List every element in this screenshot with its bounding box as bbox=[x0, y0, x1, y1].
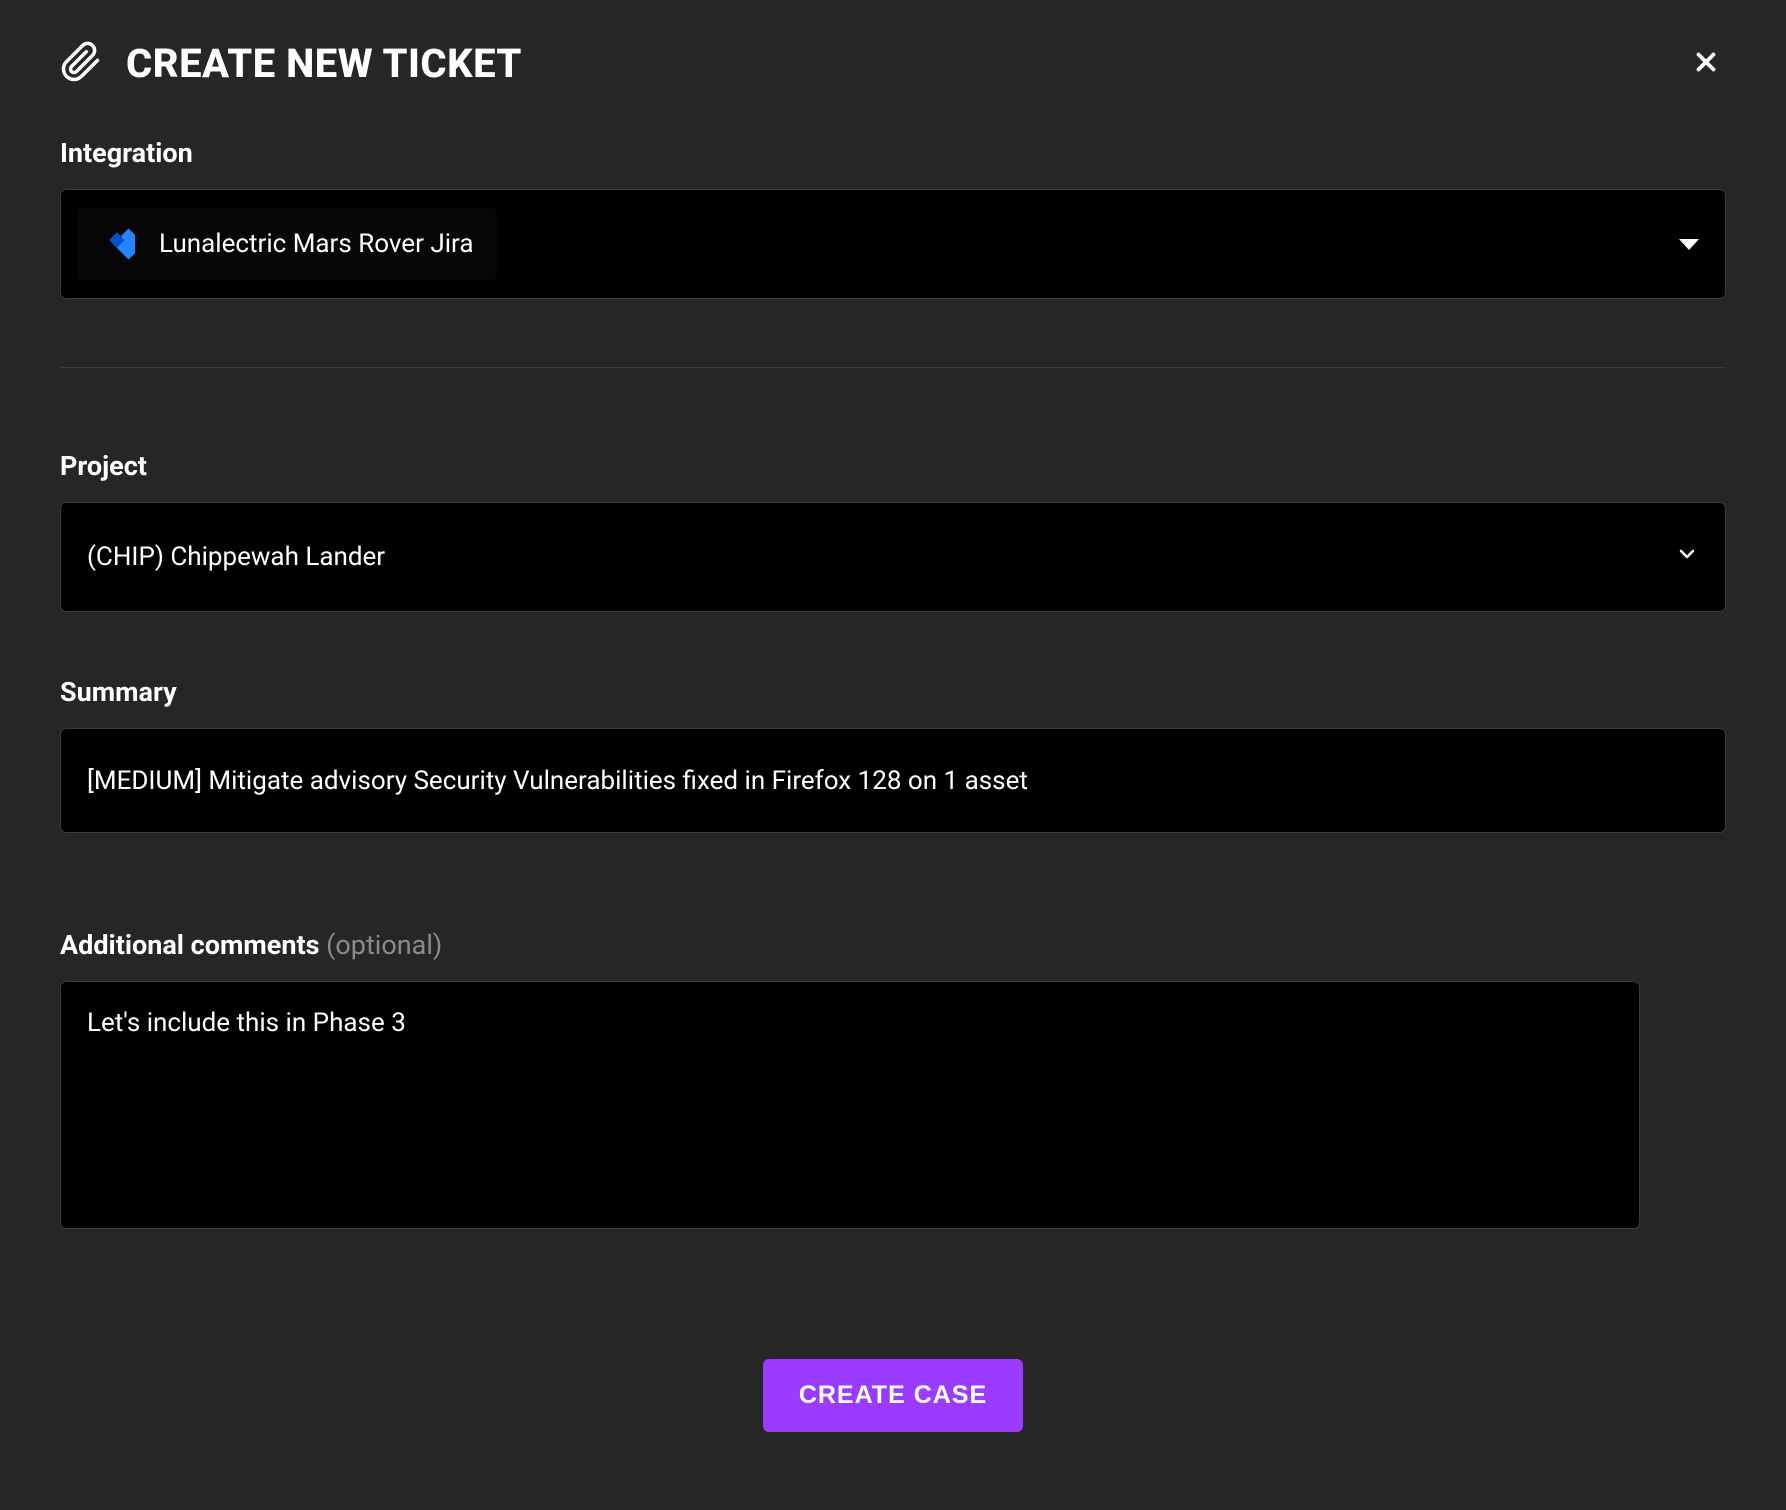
summary-input[interactable]: [MEDIUM] Mitigate advisory Security Vuln… bbox=[60, 728, 1726, 833]
integration-section: Integration Lunalectric Mars Rover Jira bbox=[60, 137, 1726, 299]
chevron-down-icon bbox=[1675, 542, 1699, 573]
comments-label-text: Additional comments bbox=[60, 929, 326, 961]
comments-section: Additional comments (optional) bbox=[60, 929, 1726, 1229]
project-selected-value: (CHIP) Chippewah Lander bbox=[87, 542, 385, 572]
caret-down-icon bbox=[1679, 239, 1699, 250]
project-select[interactable]: (CHIP) Chippewah Lander bbox=[60, 502, 1726, 612]
project-label: Project bbox=[60, 450, 1726, 482]
integration-label: Integration bbox=[60, 137, 1726, 169]
summary-value: [MEDIUM] Mitigate advisory Security Vuln… bbox=[87, 766, 1028, 796]
comments-optional: (optional) bbox=[326, 929, 442, 961]
jira-icon bbox=[91, 222, 135, 266]
project-section: Project (CHIP) Chippewah Lander bbox=[60, 450, 1726, 612]
create-ticket-modal: CREATE NEW TICKET Integration Luna bbox=[0, 0, 1786, 1510]
integration-selected-chip: Lunalectric Mars Rover Jira bbox=[77, 208, 497, 280]
comments-textarea[interactable] bbox=[87, 1008, 1613, 1202]
button-row: CREATE CASE bbox=[60, 1359, 1726, 1432]
comments-label: Additional comments (optional) bbox=[60, 929, 1726, 961]
integration-selected-value: Lunalectric Mars Rover Jira bbox=[159, 229, 473, 259]
paperclip-icon bbox=[60, 41, 102, 87]
create-case-button[interactable]: CREATE CASE bbox=[763, 1359, 1023, 1432]
comments-textarea-wrap[interactable] bbox=[60, 981, 1640, 1229]
summary-section: Summary [MEDIUM] Mitigate advisory Secur… bbox=[60, 676, 1726, 833]
divider bbox=[60, 367, 1726, 368]
close-icon bbox=[1691, 47, 1721, 80]
modal-header: CREATE NEW TICKET bbox=[60, 40, 1726, 87]
integration-select[interactable]: Lunalectric Mars Rover Jira bbox=[60, 189, 1726, 299]
modal-title: CREATE NEW TICKET bbox=[126, 40, 522, 87]
summary-label: Summary bbox=[60, 676, 1726, 708]
header-left: CREATE NEW TICKET bbox=[60, 40, 522, 87]
close-button[interactable] bbox=[1686, 44, 1726, 84]
